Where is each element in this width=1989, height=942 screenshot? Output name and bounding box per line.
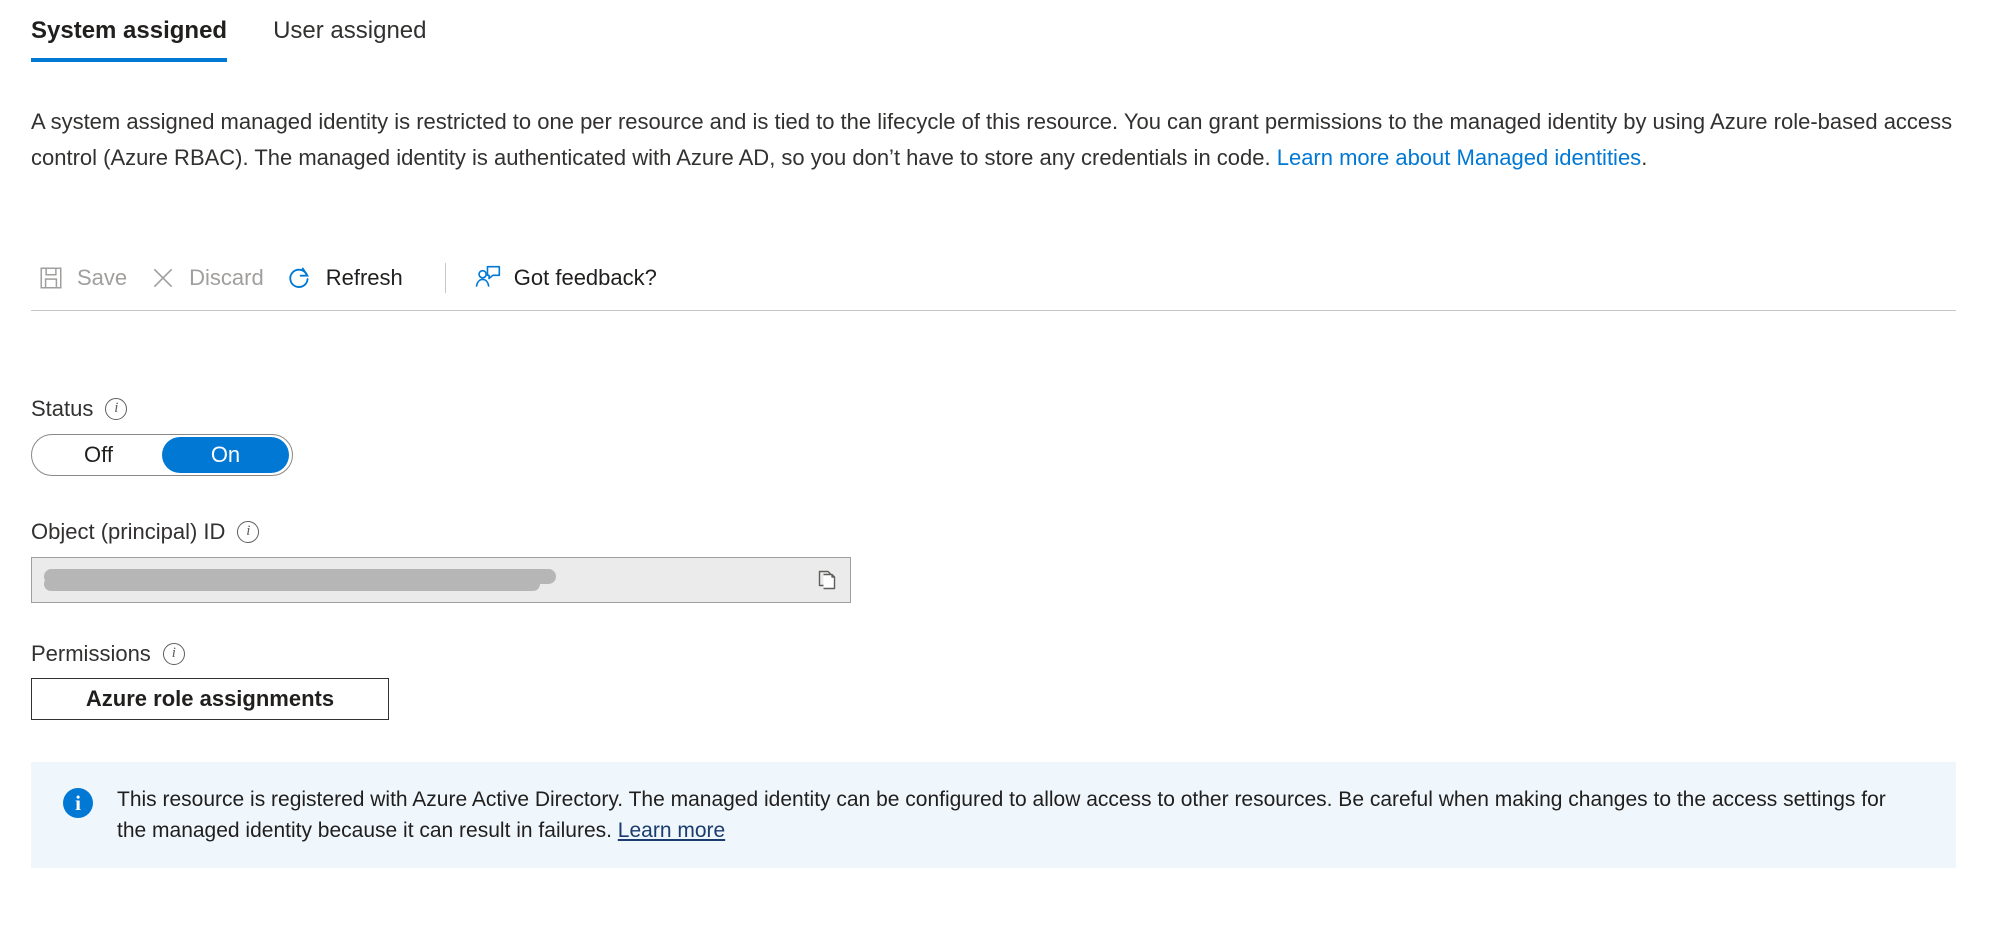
status-toggle[interactable]: Off On	[31, 434, 293, 476]
refresh-icon	[286, 264, 314, 292]
save-label: Save	[77, 265, 128, 290]
identity-blade: System assigned User assigned A system a…	[0, 0, 1989, 942]
tab-system-assigned[interactable]: System assigned	[31, 16, 228, 62]
discard-button[interactable]: Discard	[143, 255, 280, 301]
status-info-icon[interactable]: i	[105, 398, 128, 420]
tab-system-assigned-label: System assigned	[31, 17, 228, 44]
permissions-label-group: Permissions i	[31, 641, 185, 667]
description-tail: .	[1641, 145, 1648, 170]
object-id-label-group: Object (principal) ID i	[31, 519, 260, 545]
save-icon	[37, 264, 65, 292]
description-body: A system assigned managed identity is re…	[31, 109, 1953, 170]
permissions-info-icon[interactable]: i	[162, 643, 185, 665]
banner-learn-more-link[interactable]: Learn more	[618, 819, 725, 842]
azure-role-assignments-button[interactable]: Azure role assignments	[31, 678, 389, 720]
info-banner-body: This resource is registered with Azure A…	[117, 788, 1886, 842]
tab-user-assigned-label: User assigned	[273, 17, 427, 44]
command-bar-separator	[31, 310, 1956, 311]
got-feedback-button[interactable]: Got feedback?	[468, 255, 673, 301]
object-id-info-icon[interactable]: i	[237, 521, 260, 543]
status-toggle-on[interactable]: On	[162, 437, 289, 473]
description-text: A system assigned managed identity is re…	[31, 104, 1956, 176]
refresh-label: Refresh	[325, 265, 403, 290]
feedback-person-icon	[474, 264, 502, 292]
object-id-value	[42, 567, 810, 593]
permissions-label: Permissions	[31, 641, 151, 666]
save-button[interactable]: Save	[31, 255, 143, 301]
copy-icon[interactable]	[810, 563, 844, 597]
object-id-label: Object (principal) ID	[31, 519, 226, 544]
refresh-button[interactable]: Refresh	[280, 255, 419, 301]
command-bar: Save Discard Refresh Got feedback?	[31, 252, 673, 304]
tab-list: System assigned User assigned	[31, 16, 427, 62]
managed-identities-link[interactable]: Learn more about Managed identities	[1277, 145, 1641, 170]
command-bar-divider	[444, 263, 446, 293]
status-toggle-off[interactable]: Off	[35, 437, 162, 473]
info-banner: i This resource is registered with Azure…	[31, 762, 1956, 868]
status-label: Status	[31, 396, 94, 421]
object-id-field[interactable]	[31, 557, 851, 603]
info-banner-text: This resource is registered with Azure A…	[117, 784, 1907, 846]
info-icon: i	[63, 788, 93, 818]
discard-label: Discard	[189, 265, 264, 290]
tab-user-assigned[interactable]: User assigned	[273, 16, 426, 62]
close-icon	[149, 264, 177, 292]
got-feedback-label: Got feedback?	[513, 265, 657, 290]
status-label-group: Status i	[31, 396, 128, 422]
